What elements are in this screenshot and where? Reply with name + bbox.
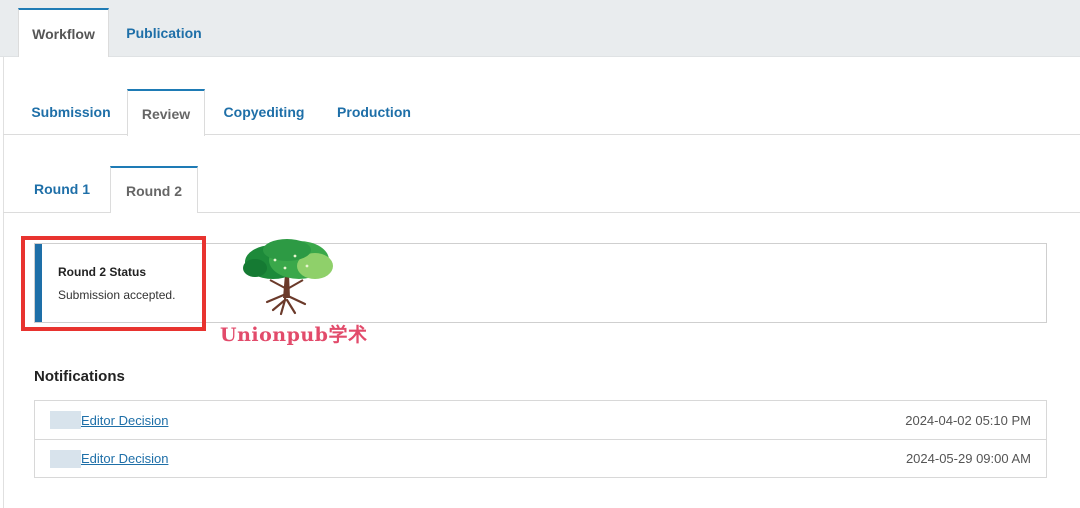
notifications-list: Editor Decision 2024-04-02 05:10 PM Edit… (34, 400, 1047, 478)
tab-publication[interactable]: Publication (118, 8, 210, 58)
list-item: Editor Decision 2024-04-02 05:10 PM (35, 401, 1046, 439)
redacted-block (50, 449, 81, 468)
list-item: Editor Decision 2024-05-29 09:00 AM (35, 439, 1046, 477)
highlight-annotation (21, 236, 206, 331)
tab-review[interactable]: Review (127, 89, 205, 136)
tab-copyediting[interactable]: Copyediting (215, 89, 313, 135)
notifications-heading: Notifications (34, 368, 125, 385)
tab-submission[interactable]: Submission (23, 89, 119, 135)
watermark-text: Unionpub学术 (220, 324, 368, 346)
tab-round-2[interactable]: Round 2 (110, 166, 198, 213)
tab-production[interactable]: Production (326, 89, 422, 135)
tab-round-1[interactable]: Round 1 (22, 166, 102, 212)
notification-link[interactable]: Editor Decision (81, 451, 168, 466)
tab-workflow[interactable]: Workflow (18, 8, 109, 58)
notification-date: 2024-05-29 09:00 AM (905, 451, 1031, 466)
redacted-block (50, 411, 81, 429)
notification-link[interactable]: Editor Decision (81, 413, 168, 428)
notification-date: 2024-04-02 05:10 PM (905, 412, 1031, 428)
